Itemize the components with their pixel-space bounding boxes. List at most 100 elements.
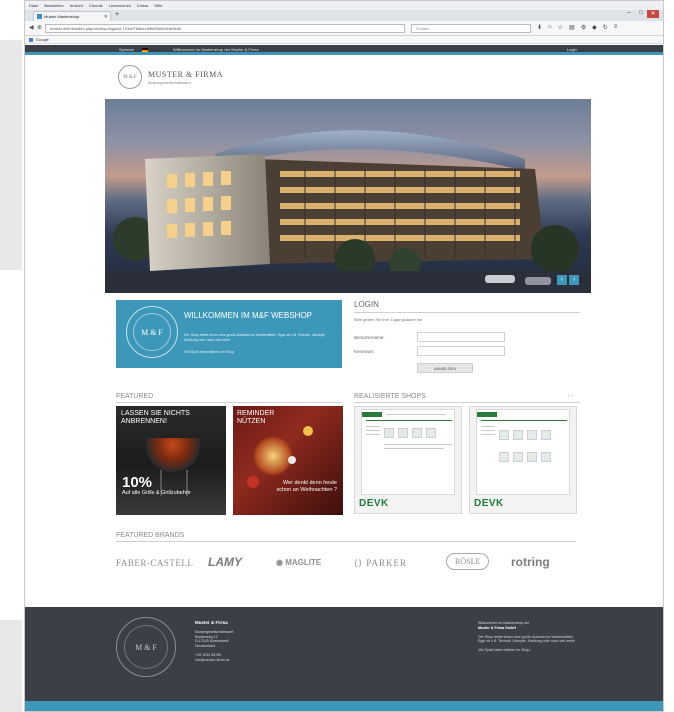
back-arrow-icon[interactable]: ◀ <box>29 24 34 31</box>
welcome-box: M & F WILLKOMMEN IM M&F WEBSHOP Der Shop… <box>116 300 342 368</box>
home-icon[interactable]: ⌂ <box>548 24 552 31</box>
tile1-subtitle: Auf alle Grills & Grillzubehör <box>122 490 191 496</box>
shops-heading: REALISIERTE SHOPS <box>354 393 580 403</box>
shop-screenshot-1[interactable]: DEVK <box>354 406 462 514</box>
site-info-icon[interactable]: ⊕ <box>37 24 42 31</box>
username-field[interactable] <box>417 332 505 342</box>
shop2-thumb-3 <box>527 430 537 440</box>
addon-icon[interactable]: ⚙ <box>581 24 586 31</box>
grill-illustration <box>146 438 200 472</box>
hero-next-button[interactable]: › <box>569 275 579 285</box>
minimize-button[interactable]: – <box>623 10 635 18</box>
menu-icon[interactable]: ≡ <box>614 24 618 31</box>
shop2-thumb-5 <box>499 452 509 462</box>
shop1-line <box>386 414 446 415</box>
language-label[interactable]: Sprache <box>119 47 134 52</box>
pocket-icon[interactable]: ◆ <box>592 24 597 31</box>
brand-lamy[interactable]: LAMY <box>208 555 242 569</box>
tile1-title: LASSEN SIE NICHTS ANBRENNEN! <box>121 410 190 425</box>
featured-tile-reminder[interactable]: REMINDER NÜTZEN Wer denkt denn heute sch… <box>233 406 343 515</box>
brand-rotring[interactable]: rotring <box>511 555 550 569</box>
shop2-sidebar-2 <box>481 430 495 431</box>
address-bar[interactable]: muster.dell.nt/index.php/de/shop/login/i… <box>45 24 405 33</box>
parker-arrow-icon: ⟨⟩ <box>354 558 364 568</box>
topbar-welcome: Willkommen im Markenshop der Muster & Fi… <box>173 47 259 52</box>
logo-subtitle: Mustergesellschaftswert <box>148 79 191 85</box>
star-icon[interactable]: ☆ <box>558 24 563 31</box>
browser-menubar: Datei Bearbeiten Ansicht Chronik Lesezei… <box>25 1 663 10</box>
brand-rosle[interactable]: RÖSLE <box>446 553 490 570</box>
site-logo[interactable]: M & F MUSTER & FIRMA Mustergesellschafts… <box>118 65 223 89</box>
shop2-thumb-6 <box>513 452 523 462</box>
footer-emblem-mark: M & F <box>124 625 168 669</box>
shop2-thumb-4 <box>541 430 551 440</box>
featured-heading: FEATURED <box>116 393 342 403</box>
brands-heading: FEATURED BRANDS <box>116 532 576 542</box>
footer-right: Willkommen im Markenshop der Muster & Fi… <box>478 621 578 653</box>
featured-tile-grills[interactable]: LASSEN SIE NICHTS ANBRENNEN! 10% Auf all… <box>116 406 226 515</box>
topbar-login-link[interactable]: Login <box>567 47 577 52</box>
reader-icon[interactable]: ▤ <box>569 24 575 31</box>
hero-nav: ‹ › <box>557 275 579 285</box>
menu-tools[interactable]: Extras <box>137 3 148 8</box>
password-label: Kennwort: <box>354 349 375 354</box>
shop2-sidebar-3 <box>481 434 495 435</box>
menu-file[interactable]: Datei <box>29 3 38 8</box>
close-tab-icon[interactable]: ✕ <box>104 14 108 20</box>
shop2-logo <box>477 412 497 417</box>
shop1-thumb-2 <box>398 428 408 438</box>
menu-bookmarks[interactable]: Lesezeichen <box>109 3 131 8</box>
hero-prev-button[interactable]: ‹ <box>557 275 567 285</box>
brand-faber-castell[interactable]: FABER-CASTELL <box>116 558 193 568</box>
new-tab-button[interactable]: + <box>115 11 119 18</box>
shop1-line-2 <box>384 444 452 445</box>
welcome-text: Der Shop bietet Ihnen eine große Auswahl… <box>184 333 326 342</box>
shop1-thumb-4 <box>426 428 436 438</box>
tab-title: Muster Markenshop <box>44 14 80 19</box>
tile2-text: Wer denkt denn heute schon an Weihnachte… <box>276 480 337 493</box>
shop2-devk-logo: DEVK <box>474 498 504 509</box>
site-topbar: Sprache Willkommen im Markenshop der Mus… <box>25 45 663 55</box>
shop1-sidebar-2 <box>366 430 380 431</box>
login-panel: LOGIN Bitte geben Sie Ihre Zugangsdaten … <box>354 300 580 380</box>
shop1-line-3 <box>384 448 444 449</box>
download-icon[interactable]: ⬇ <box>537 24 542 31</box>
footer-right-text-2: Viel Spaß beim stöbern im Shop. <box>478 648 531 653</box>
menu-history[interactable]: Chronik <box>89 3 103 8</box>
close-window-button[interactable]: ✕ <box>647 10 659 18</box>
shop-screenshot-2[interactable]: DEVK <box>469 406 577 514</box>
footer-email[interactable]: info@muster-firma.de <box>195 658 285 663</box>
shop1-devk-logo: DEVK <box>359 498 389 509</box>
menu-view[interactable]: Ansicht <box>70 3 83 8</box>
brand-parker[interactable]: ⟨⟩ PARKER <box>354 558 407 569</box>
brand-maglite[interactable]: ◉ MAGLITE <box>276 558 321 567</box>
decor-left-bottom <box>0 620 22 712</box>
footer-right-text: Der Shop bietet Ihnen eine große Auswahl… <box>478 634 576 644</box>
browser-navbar: ◀ ⊕ muster.dell.nt/index.php/de/shop/log… <box>25 21 663 36</box>
window-controls: – □ ✕ <box>623 10 659 18</box>
welcome-text-2: Viel Spaß beim stöbern im Shop. <box>184 350 236 354</box>
bookmark-google[interactable]: Google <box>36 37 49 42</box>
footer-bottom-strip <box>25 701 663 711</box>
password-field[interactable] <box>417 346 505 356</box>
logo-emblem-icon: M & F <box>118 65 142 89</box>
hero-building-illustration <box>105 130 591 293</box>
footer-company: Muster & Firma <box>195 620 228 625</box>
maglite-icon: ◉ <box>276 558 283 567</box>
menu-edit[interactable]: Bearbeiten <box>44 3 63 8</box>
footer-emblem-icon: M & F <box>116 617 176 677</box>
hero-slider[interactable]: ‹ › <box>105 99 591 293</box>
search-input[interactable]: Suchen <box>411 24 531 33</box>
logo-title: MUSTER & FIRMA <box>148 69 224 79</box>
browser-tab[interactable]: Muster Markenshop ✕ <box>33 11 111 21</box>
shop1-sidebar-3 <box>366 434 380 435</box>
shop2-thumb-2 <box>513 430 523 440</box>
shop1-page <box>361 409 455 495</box>
login-button[interactable]: ANMELDEN <box>417 363 473 373</box>
german-flag-icon[interactable] <box>142 48 148 52</box>
maximize-button[interactable]: □ <box>635 10 647 18</box>
sync-icon[interactable]: ↻ <box>603 24 608 31</box>
menu-help[interactable]: Hilfe <box>154 3 162 8</box>
shops-arrows[interactable]: ‹ › <box>568 393 573 399</box>
shop1-logo <box>362 412 382 417</box>
